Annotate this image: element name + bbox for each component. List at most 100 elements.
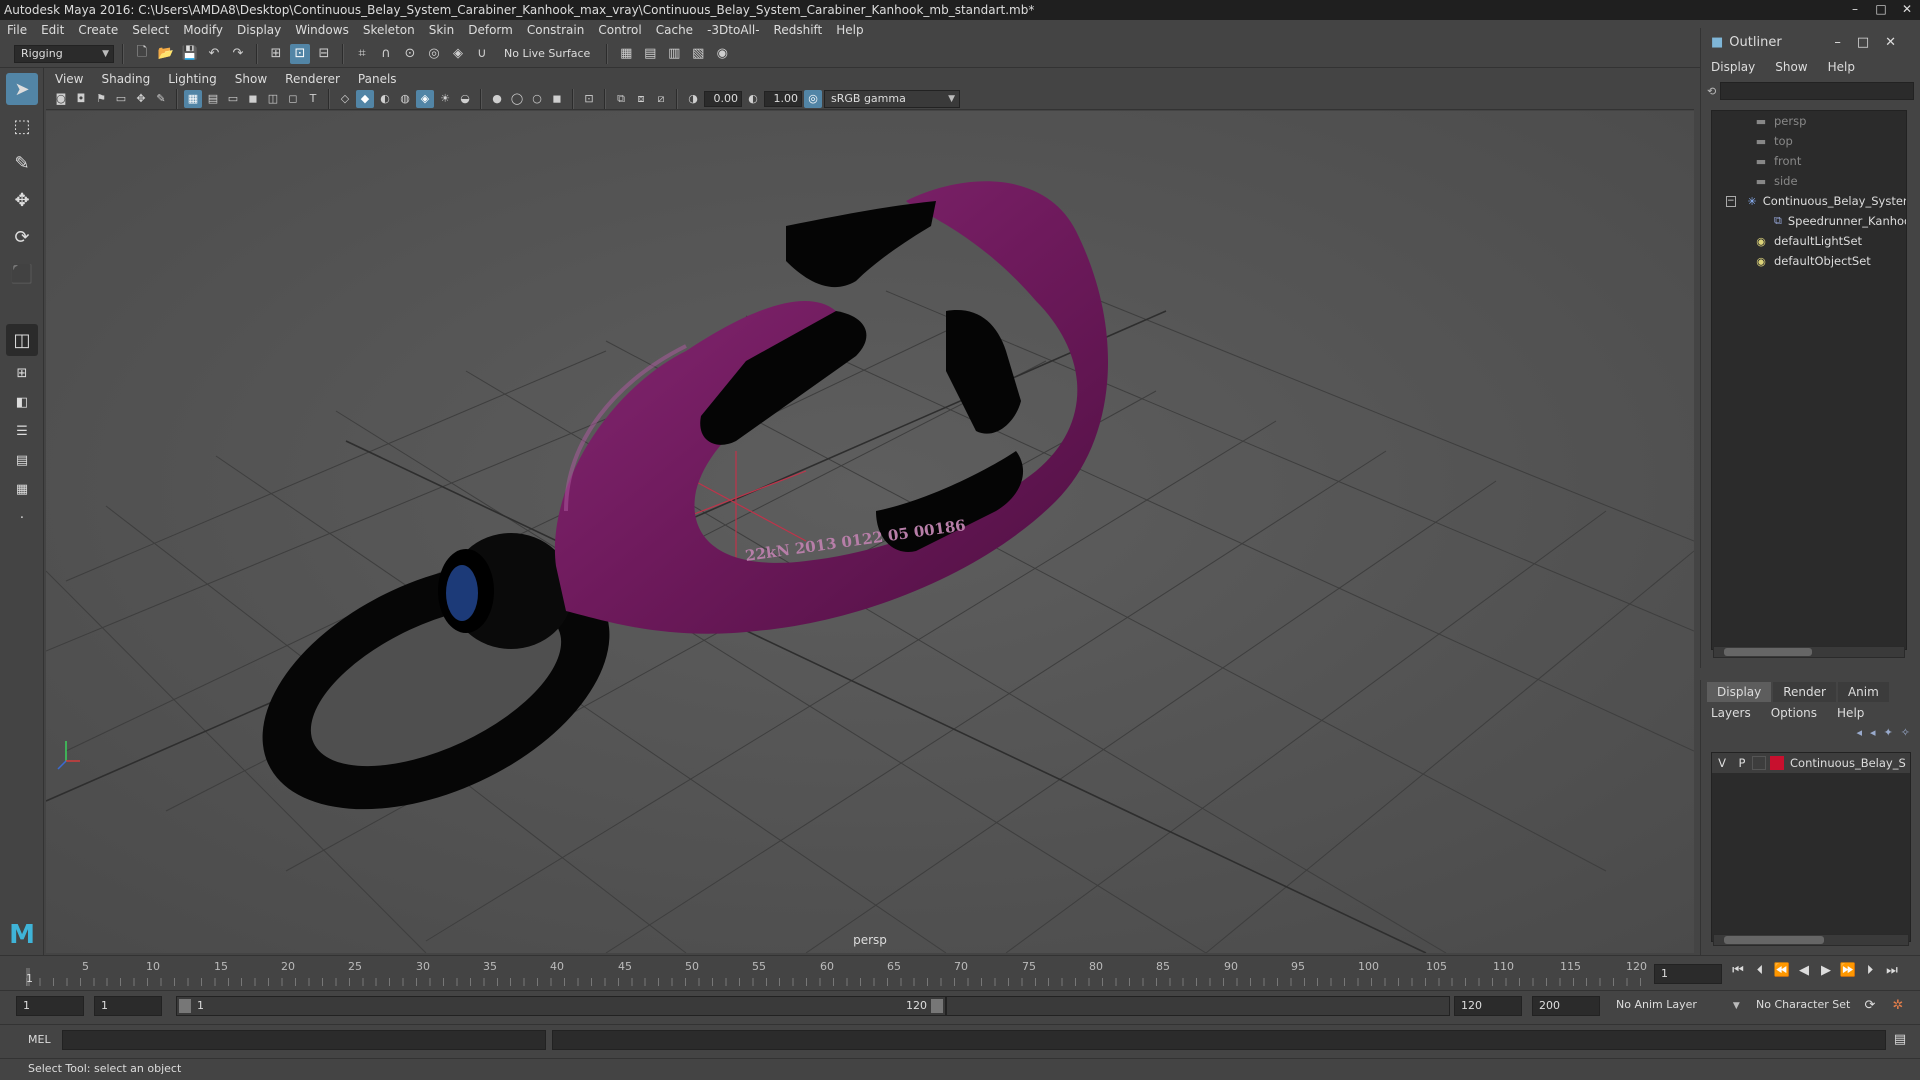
gamma-icon[interactable]: ◐ xyxy=(744,90,762,108)
menu-modify[interactable]: Modify xyxy=(176,23,230,37)
bookmark-icon[interactable]: ⚑ xyxy=(92,90,110,108)
outliner-layout-icon[interactable]: ☰ xyxy=(6,419,38,443)
xray-joints-icon[interactable]: ⧉ xyxy=(612,90,630,108)
auto-key-icon[interactable]: ⟳ xyxy=(1860,995,1880,1015)
menu-display[interactable]: Display xyxy=(230,23,288,37)
menu-select[interactable]: Select xyxy=(125,23,176,37)
scroll-thumb[interactable] xyxy=(1724,936,1824,944)
scale-tool-icon[interactable]: ⬛ xyxy=(6,258,38,290)
move-layer-down-icon[interactable]: ◂ xyxy=(1870,726,1876,739)
layer-visibility-toggle[interactable]: V xyxy=(1712,756,1732,770)
layer-scrollbar[interactable] xyxy=(1713,934,1909,946)
undo-icon[interactable]: ↶ xyxy=(204,44,224,64)
select-hierarchy-icon[interactable]: ⊞ xyxy=(266,44,286,64)
select-tool-icon[interactable]: ➤ xyxy=(6,73,38,105)
menu-constrain[interactable]: Constrain xyxy=(520,23,592,37)
menu-edit[interactable]: Edit xyxy=(34,23,71,37)
live-surface-label[interactable]: No Live Surface xyxy=(504,47,590,60)
depth-of-field-icon[interactable]: ◼ xyxy=(548,90,566,108)
ambient-occlusion-icon[interactable]: ● xyxy=(488,90,506,108)
outliner-item-group[interactable]: − ✳ Continuous_Belay_System xyxy=(1712,191,1906,211)
exposure-icon[interactable]: ◑ xyxy=(684,90,702,108)
menu-control[interactable]: Control xyxy=(591,23,648,37)
smooth-shade-icon[interactable]: ◆ xyxy=(356,89,374,108)
snap-grid-icon[interactable]: ⌗ xyxy=(352,44,372,64)
colorspace-dropdown[interactable]: sRGB gamma ▼ xyxy=(824,89,960,108)
xray-active-icon[interactable]: ⧈ xyxy=(632,90,650,108)
outliner-menu-help[interactable]: Help xyxy=(1818,60,1865,74)
anti-alias-icon[interactable]: ○ xyxy=(528,90,546,108)
play-forwards-icon[interactable]: ▶ xyxy=(1816,960,1836,980)
outliner-scrollbar[interactable] xyxy=(1713,646,1905,658)
tab-render[interactable]: Render xyxy=(1773,682,1836,702)
vp-menu-show[interactable]: Show xyxy=(226,72,276,86)
shadows-icon[interactable]: ◒ xyxy=(456,90,474,108)
gate-mask-icon[interactable]: ◼ xyxy=(244,90,262,108)
magnet-icon[interactable]: ∪ xyxy=(472,44,492,64)
range-slider[interactable]: 1 120 xyxy=(176,996,946,1016)
outliner-item-mesh[interactable]: ⧉ Speedrunner_Kanhook xyxy=(1712,211,1906,231)
step-forward-key-icon[interactable]: ⏩ xyxy=(1838,960,1858,980)
play-backwards-icon[interactable]: ◀ xyxy=(1794,960,1814,980)
safe-action-icon[interactable]: ◻ xyxy=(284,90,302,108)
outliner-item-top[interactable]: ▬ top xyxy=(1712,131,1906,151)
outliner-item-side[interactable]: ▬ side xyxy=(1712,171,1906,191)
hypershade-layout-icon[interactable]: ▦ xyxy=(6,477,38,501)
textured-icon[interactable]: ◍ xyxy=(396,90,414,108)
range-end-handle[interactable] xyxy=(931,999,943,1013)
layer-playback-toggle[interactable]: P xyxy=(1732,756,1752,770)
start-time-field[interactable]: 1 xyxy=(16,996,84,1016)
render-view-icon[interactable]: ▦ xyxy=(616,44,636,64)
layer-display-type[interactable] xyxy=(1752,756,1766,770)
vp-menu-panels[interactable]: Panels xyxy=(349,72,406,86)
new-layer-icon[interactable]: ✦ xyxy=(1884,726,1893,739)
ipr-render-icon[interactable]: ▥ xyxy=(664,44,684,64)
hypershade-icon[interactable]: ◉ xyxy=(712,44,732,64)
menu-windows[interactable]: Windows xyxy=(288,23,356,37)
select-component-icon[interactable]: ⊟ xyxy=(314,44,334,64)
2d-pan-icon[interactable]: ✥ xyxy=(132,90,150,108)
more-layouts-icon[interactable]: · xyxy=(6,506,38,530)
collapse-icon[interactable]: − xyxy=(1726,195,1736,207)
menu-set-dropdown[interactable]: Rigging ▼ xyxy=(14,44,114,63)
playback-end-field[interactable]: 120 xyxy=(1454,996,1522,1016)
film-gate-icon[interactable]: ▤ xyxy=(204,90,222,108)
menu-help[interactable]: Help xyxy=(829,23,870,37)
vp-menu-renderer[interactable]: Renderer xyxy=(276,72,349,86)
paint-select-icon[interactable]: ✎ xyxy=(6,147,38,179)
character-set-dropdown[interactable]: No Character Set xyxy=(1756,998,1850,1011)
vp-menu-view[interactable]: View xyxy=(46,72,92,86)
isolate-select-icon[interactable]: ⊡ xyxy=(580,90,598,108)
layer-menu-help[interactable]: Help xyxy=(1827,706,1874,720)
menu-create[interactable]: Create xyxy=(71,23,125,37)
graph-layout-icon[interactable]: ▤ xyxy=(6,448,38,472)
range-start-handle[interactable] xyxy=(179,999,191,1013)
grid-icon[interactable]: ▦ xyxy=(184,89,202,108)
outliner-item-front[interactable]: ▬ front xyxy=(1712,151,1906,171)
outliner-window-controls[interactable]: –□✕ xyxy=(1834,35,1912,50)
four-layout-icon[interactable]: ⊞ xyxy=(6,361,38,385)
tab-anim[interactable]: Anim xyxy=(1837,682,1889,702)
gamma-field[interactable]: 1.00 xyxy=(764,90,802,107)
command-language-label[interactable]: MEL xyxy=(28,1033,51,1046)
outliner-menu-show[interactable]: Show xyxy=(1765,60,1817,74)
playback-start-field[interactable]: 1 xyxy=(94,996,162,1016)
resolution-gate-icon[interactable]: ▭ xyxy=(224,90,242,108)
new-layer-selected-icon[interactable]: ✧ xyxy=(1901,726,1910,739)
motion-blur-icon[interactable]: ◯ xyxy=(508,90,526,108)
range-slider-track[interactable] xyxy=(946,996,1450,1016)
vp-menu-lighting[interactable]: Lighting xyxy=(159,72,226,86)
lasso-tool-icon[interactable]: ⬚ xyxy=(6,110,38,142)
scroll-thumb[interactable] xyxy=(1724,648,1812,656)
anim-layer-dropdown[interactable]: No Anim Layer ▼ xyxy=(1616,998,1740,1011)
end-time-field[interactable]: 200 xyxy=(1532,996,1600,1016)
color-management-icon[interactable]: ◎ xyxy=(804,89,822,108)
maximize-button[interactable]: □ xyxy=(1868,0,1894,20)
render-frame-icon[interactable]: ▤ xyxy=(640,44,660,64)
redo-icon[interactable]: ↷ xyxy=(228,44,248,64)
field-chart-icon[interactable]: ◫ xyxy=(264,90,282,108)
move-layer-up-icon[interactable]: ◂ xyxy=(1857,726,1863,739)
single-layout-icon[interactable]: ◫ xyxy=(6,324,38,356)
layer-row[interactable]: V P Continuous_Belay_System xyxy=(1712,753,1910,773)
menu-cache[interactable]: Cache xyxy=(649,23,700,37)
